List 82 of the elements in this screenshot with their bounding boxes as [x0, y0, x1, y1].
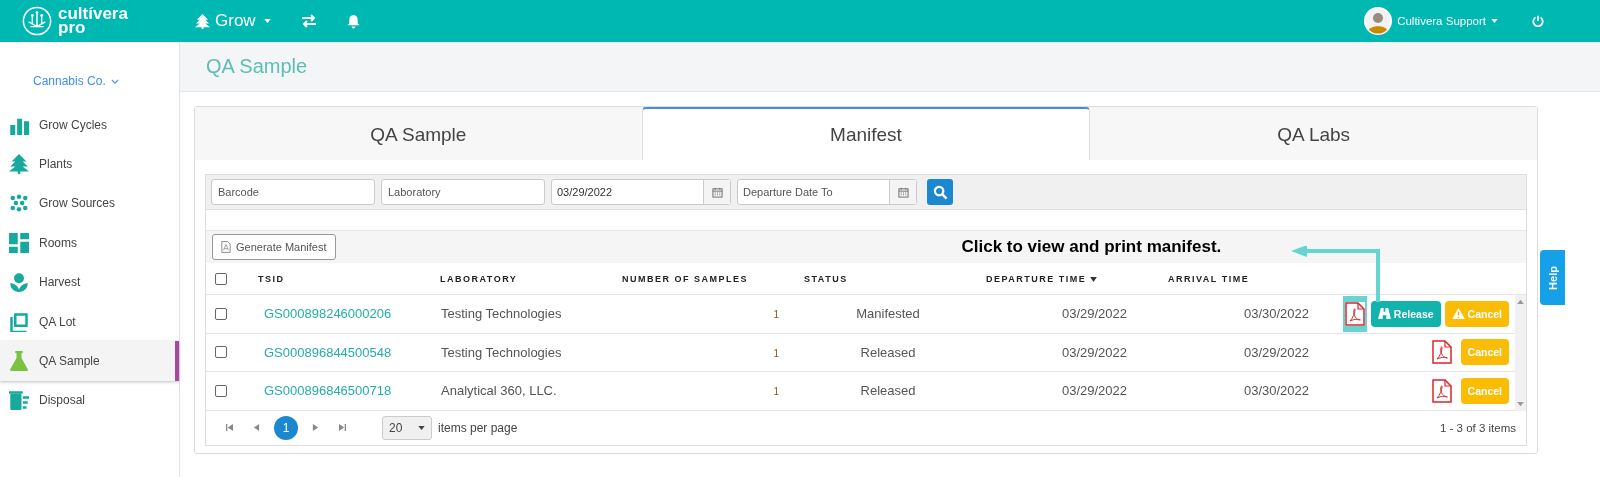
tab[interactable]: QA Sample [195, 107, 642, 160]
last-page-icon[interactable] [339, 424, 346, 431]
pager-summary: 1 - 3 of 3 items [1439, 421, 1516, 434]
pdf-icon [221, 241, 231, 253]
scroll-up-icon[interactable] [1517, 299, 1524, 304]
next-page-icon[interactable] [312, 424, 319, 431]
page-size-label: items per page [438, 420, 518, 435]
sidebar-item[interactable]: QA Lot [0, 301, 179, 342]
scrollbar[interactable] [1515, 295, 1526, 411]
date-picker[interactable]: 03/29/2022 [551, 179, 731, 205]
page-size-dropdown[interactable]: 20 [382, 415, 432, 440]
table-cell: 1 [773, 347, 779, 359]
scroll-down-icon[interactable] [1517, 401, 1524, 407]
table-cell: 03/29/2022 [1061, 383, 1127, 399]
flask-icon [9, 351, 29, 372]
previous-page-icon[interactable] [253, 424, 260, 431]
pdf-icon[interactable] [1431, 340, 1452, 365]
annotation-text: Click to view and print manifest. [961, 237, 1222, 257]
date-picker[interactable]: Departure Date To [737, 179, 917, 205]
column-header[interactable]: LABORATORY [440, 273, 518, 284]
bell-icon[interactable] [346, 13, 360, 29]
calendar-icon[interactable] [889, 180, 916, 204]
page-button[interactable]: 1 [274, 415, 298, 440]
table-cell: Analytical 360, LLC. [441, 383, 557, 399]
checkbox[interactable] [215, 346, 227, 359]
tab[interactable]: Manifest [641, 107, 1091, 160]
pdf-icon[interactable] [1431, 378, 1452, 403]
first-page-icon[interactable] [226, 424, 233, 431]
trash-icon [9, 390, 29, 411]
generate-manifest-button[interactable]: Generate Manifest [212, 234, 336, 260]
tree-icon [9, 154, 29, 175]
chevron-icon [110, 78, 119, 84]
warning-icon [1451, 308, 1465, 320]
column-header[interactable]: DEPARTURE TIME [986, 273, 1098, 284]
date-input[interactable]: Departure Date To [738, 180, 889, 204]
caret-icon[interactable] [418, 425, 425, 430]
tab[interactable]: QA Labs [1090, 107, 1537, 160]
sidebar-item[interactable]: Grow Cycles [0, 105, 179, 145]
checkbox[interactable] [215, 272, 227, 285]
dots-icon [9, 193, 29, 214]
checkbox[interactable] [215, 307, 227, 320]
calendar-icon[interactable] [703, 180, 730, 204]
sidebar-item[interactable]: Harvest [0, 262, 179, 302]
sort-descending-icon[interactable] [1090, 276, 1098, 282]
table-cell: 03/30/2022 [1243, 306, 1309, 322]
search-icon [932, 184, 948, 200]
checkbox[interactable] [215, 384, 227, 397]
sidebar-item[interactable]: QA Sample [0, 341, 179, 381]
table-cell: Released [860, 344, 916, 360]
tree-icon [195, 13, 210, 29]
table-cell: 1 [773, 309, 779, 321]
table-cell: Manifested [856, 306, 920, 322]
text-field[interactable]: Barcode [211, 179, 375, 205]
column-header[interactable]: STATUS [804, 273, 848, 284]
table-cell: Testing Technologies [441, 344, 562, 360]
column-header[interactable]: TSID [258, 273, 285, 284]
table-cell: 03/29/2022 [1243, 344, 1309, 360]
column-header[interactable]: NUMBER OF SAMPLES [622, 273, 748, 284]
table-cell: 03/29/2022 [1061, 306, 1127, 322]
sidebar-item[interactable]: Plants [0, 144, 179, 184]
page-title: QA Sample [206, 55, 308, 78]
sidebar-item[interactable]: Rooms [0, 223, 179, 263]
table-cell: Testing Technologies [441, 306, 562, 322]
power-icon[interactable] [1532, 15, 1544, 27]
text-field[interactable]: Laboratory [381, 179, 545, 205]
date-input[interactable]: 03/29/2022 [552, 180, 703, 204]
sidebar-item[interactable]: Grow Sources [0, 183, 179, 224]
layers-icon [9, 311, 29, 332]
flower-icon [9, 272, 29, 293]
avatar-icon[interactable] [1364, 7, 1393, 35]
logo-text: cultívera pro [58, 7, 128, 35]
column-header[interactable]: ARRIVAL TIME [1168, 273, 1250, 284]
swap-icon[interactable] [300, 14, 317, 28]
sidebar-item[interactable]: Disposal [0, 380, 179, 421]
table-cell: Released [860, 383, 916, 399]
logo-icon [22, 6, 52, 36]
pdf-icon[interactable] [1344, 301, 1365, 326]
table-cell: 1 [773, 386, 779, 398]
search-button[interactable] [927, 179, 953, 205]
table-cell: 03/29/2022 [1061, 344, 1127, 360]
table-cell: 03/30/2022 [1243, 383, 1309, 399]
layout-icon [9, 232, 29, 253]
